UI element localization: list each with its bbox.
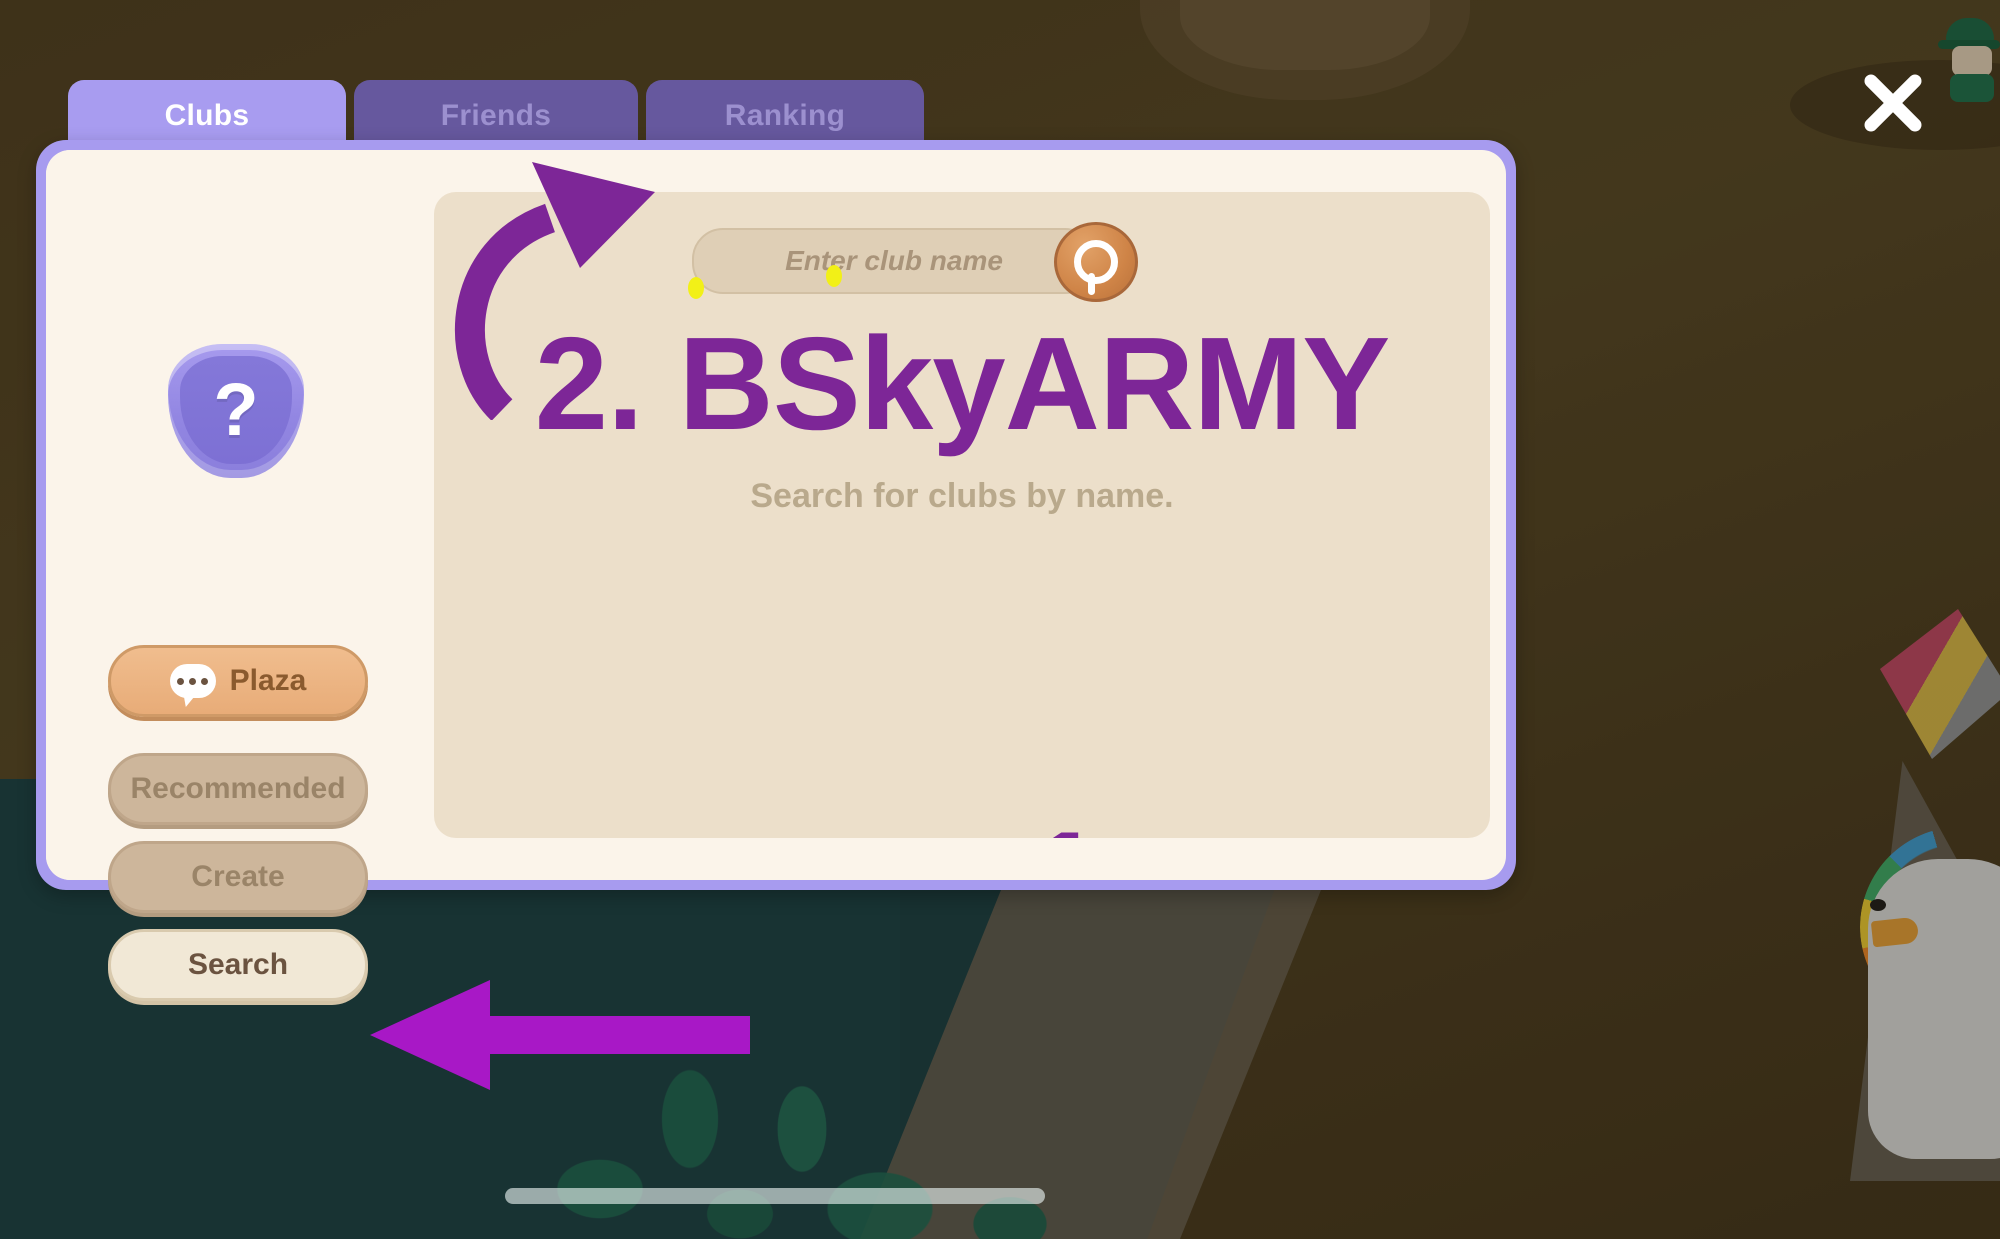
search-submit-button[interactable] [1054, 222, 1138, 302]
sidebar-item-plaza-label: Plaza [229, 664, 307, 697]
curved-arrow-icon [454, 162, 655, 420]
tab-ranking-label: Ranking [724, 99, 846, 132]
sidebar-item-search[interactable]: Search [108, 929, 368, 1001]
speech-bubble-icon [169, 664, 216, 698]
content-subtitle: Search for clubs by name. [750, 477, 1174, 515]
question-shield-inner: ? [180, 356, 292, 464]
sidebar-item-create[interactable]: Create [108, 841, 368, 913]
question-shield-icon: ? [168, 344, 304, 478]
club-search-row: Enter club name [692, 222, 1142, 302]
tab-clubs-label: Clubs [164, 99, 250, 132]
sidebar-item-plaza[interactable]: Plaza [108, 645, 368, 717]
clubs-sidebar: ? Plaza Recommended Create Search [46, 150, 368, 1001]
question-mark-glyph: ? [213, 368, 259, 451]
sidebar-item-create-label: Create [191, 860, 285, 893]
sidebar-item-recommended-label: Recommended [130, 772, 346, 805]
arrow-left-icon [370, 980, 750, 1090]
home-indicator-bar [505, 1188, 1045, 1204]
sidebar-item-recommended[interactable]: Recommended [108, 753, 368, 825]
search-input-placeholder: Enter club name [785, 245, 1003, 276]
annotation-step-number: 1 [1030, 812, 1102, 838]
search-input[interactable]: Enter club name [692, 228, 1096, 294]
magnifier-icon [1074, 240, 1118, 295]
highlight-dot-right [826, 265, 842, 287]
sidebar-item-search-label: Search [187, 948, 289, 981]
tab-friends-label: Friends [440, 99, 552, 132]
